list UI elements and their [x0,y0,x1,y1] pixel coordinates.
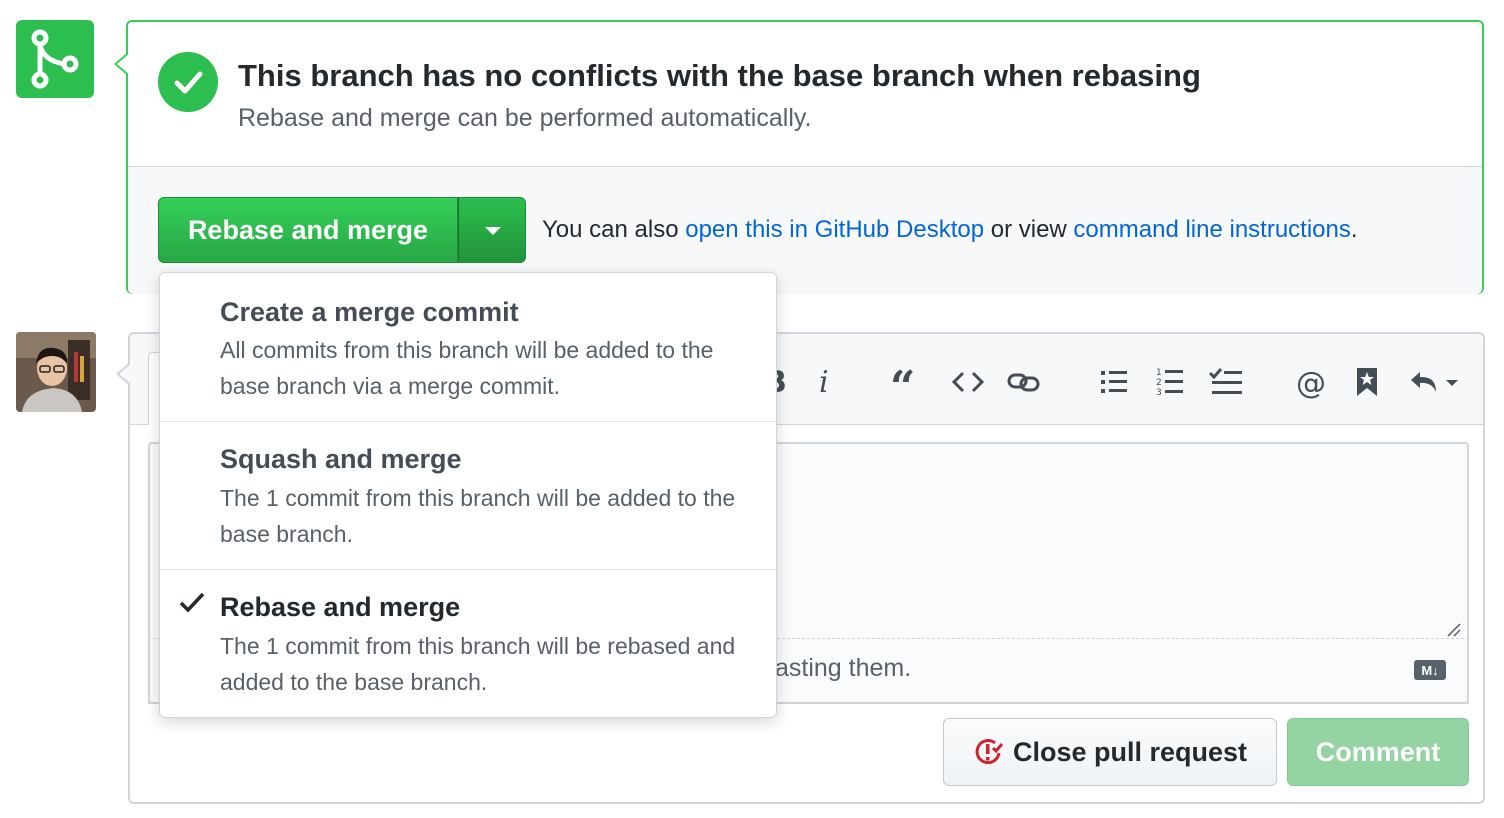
reply-icon[interactable] [1408,362,1464,402]
saved-reply-icon[interactable] [1352,362,1382,402]
svg-text:3: 3 [1156,388,1162,398]
merge-method-dropdown-button[interactable] [458,197,526,263]
merge-status-section: This branch has no conflicts with the ba… [128,22,1482,167]
ordered-list-icon[interactable]: 123 [1154,362,1186,402]
link-icon[interactable] [1004,362,1044,402]
svg-text:“: “ [890,364,915,400]
also-suffix: . [1350,216,1358,243]
menu-item-title: Rebase and merge [220,592,461,622]
mention-icon[interactable]: @ [1294,362,1330,402]
git-merge-icon [31,29,79,89]
code-icon[interactable] [948,362,988,402]
avatar[interactable] [16,332,96,412]
svg-text:@: @ [1296,366,1326,399]
also-prefix: You can also [542,216,686,243]
resize-grip-icon[interactable] [1446,622,1462,638]
rebase-and-merge-button[interactable]: Rebase and merge [158,197,458,263]
merge-method-menu: Create a merge commit All commits from t… [159,272,777,718]
markdown-icon[interactable]: M↓ [1414,660,1446,680]
svg-text:i: i [819,365,829,400]
menu-item-description: The 1 commit from this branch will be ad… [220,485,736,547]
command-line-instructions-link[interactable]: command line instructions [1073,216,1350,243]
quote-icon[interactable]: “ [886,362,926,402]
also-middle: or view [984,216,1074,243]
menu-item-rebase-and-merge[interactable]: Rebase and merge The 1 commit from this … [160,570,776,717]
merge-status-subtitle: Rebase and merge can be performed automa… [238,104,812,132]
menu-item-description: All commits from this branch will be add… [220,337,714,399]
issue-closed-icon [975,739,1003,765]
merge-status-title: This branch has no conflicts with the ba… [238,58,1201,93]
svg-text:1: 1 [1156,368,1162,378]
menu-item-description: The 1 commit from this branch will be re… [220,633,736,695]
menu-item-title: Create a merge commit [220,297,519,327]
svg-text:2: 2 [1156,378,1162,388]
merge-box: This branch has no conflicts with the ba… [114,20,1484,294]
unordered-list-icon[interactable] [1098,362,1130,402]
check-icon [179,592,205,613]
task-list-icon[interactable] [1208,362,1244,402]
menu-item-title: Squash and merge [220,444,462,474]
close-pull-request-button[interactable]: Close pull request [943,718,1277,786]
comment-button[interactable]: Comment [1287,718,1469,786]
open-in-desktop-link[interactable]: open this in GitHub Desktop [685,216,984,243]
caret-down-icon [485,227,501,235]
close-pull-request-label: Close pull request [1012,736,1248,767]
check-circle-icon [158,52,218,112]
file-attach-hint: asting them. [775,654,912,682]
merge-status-icon-tile [16,20,94,98]
menu-item-create-merge-commit[interactable]: Create a merge commit All commits from t… [160,273,776,422]
italic-icon[interactable]: i [810,362,840,402]
merge-alternatives-text: You can also open this in GitHub Desktop… [542,216,1358,244]
menu-item-squash-and-merge[interactable]: Squash and merge The 1 commit from this … [160,422,776,570]
